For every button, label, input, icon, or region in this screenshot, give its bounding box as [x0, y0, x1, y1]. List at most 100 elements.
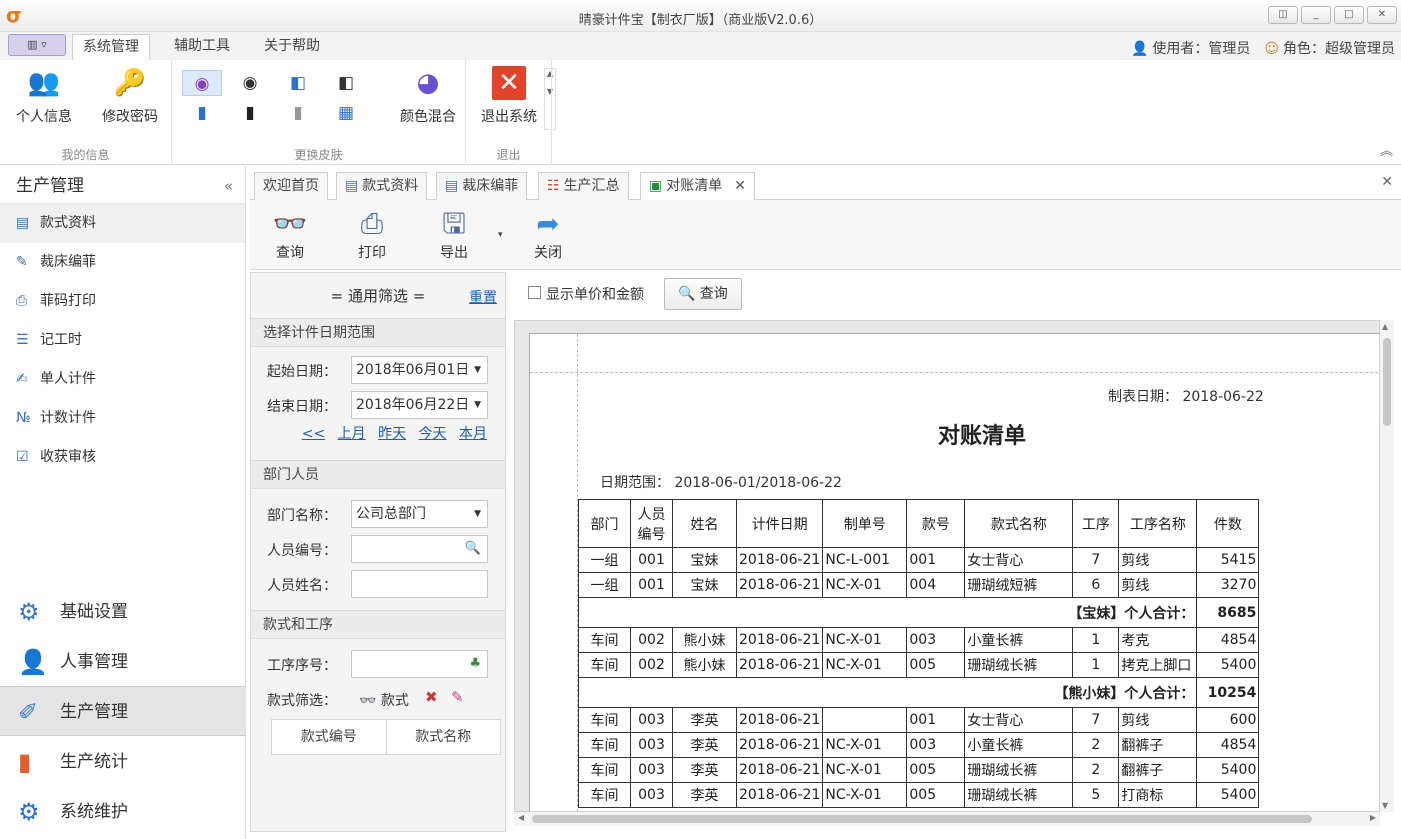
nav-item-count-piece[interactable]: № 计数计件	[0, 399, 245, 438]
this-month-link[interactable]: 本月	[459, 426, 487, 442]
yesterday-link[interactable]: 昨天	[378, 426, 406, 442]
exit-system-button[interactable]: ✕ 退出系统	[471, 66, 547, 126]
close-button-toolbar[interactable]: ➦ 关闭	[518, 206, 578, 262]
table-cell: 005	[906, 757, 966, 783]
skin-office-black-icon[interactable]: ▮	[230, 100, 270, 126]
restore-icon[interactable]: ◫	[1268, 6, 1298, 24]
show-price-checkbox[interactable]	[528, 286, 541, 299]
doctab-cutting[interactable]: ▤ 裁床编菲	[436, 172, 528, 200]
table-header-cell: 工序	[1072, 499, 1120, 548]
scroll-up-icon[interactable]: ▲	[1382, 322, 1388, 331]
start-date-picker[interactable]: 2018年06月01日 ▼	[351, 356, 488, 384]
vertical-scrollbar[interactable]: ▲ ▼	[1380, 320, 1394, 812]
nav-item-style[interactable]: ▤ 款式资料	[0, 204, 245, 243]
date-section: 选择计件日期范围 起始日期： 2018年06月01日 ▼ 结束日期： 2018年0…	[251, 319, 505, 461]
table-cell: 7	[1072, 547, 1120, 573]
dept-select[interactable]: 公司总部门 ▼	[351, 500, 488, 528]
table-cell: 001	[630, 572, 673, 598]
reset-link[interactable]: 重置	[469, 275, 497, 321]
report-query-button[interactable]: 🔍 查询	[664, 278, 742, 310]
proc-no-input[interactable]: ♣	[351, 650, 488, 678]
table-row: 车间 002 熊小妹 2018-06-21 NC-X-01 003 小童长裤 1 考克 4854	[578, 627, 1260, 653]
nav-group-hr[interactable]: 👤 人事管理	[0, 636, 246, 686]
nav-item-single-piece[interactable]: ✍ 单人计件	[0, 360, 245, 399]
table-row: 一组 001 宝妹 2018-06-21 NC-X-01 004 珊瑚绒短裤 6 剪线 3270	[578, 572, 1260, 598]
table-cell: 车间	[578, 652, 631, 678]
table-header-cell: 件数	[1196, 499, 1260, 548]
left-nav: 生产管理 « ▤ 款式资料 ✎ 裁床编菲 ⎙ 菲码打印 ☰ 记工时 ✍ 单人计件 № 计数计…	[0, 166, 246, 839]
doctab-statement[interactable]: ▣ 对账清单 ✕	[640, 172, 755, 201]
scroll-down-icon[interactable]: ▼	[1382, 801, 1388, 810]
prev-link[interactable]: <<	[302, 426, 325, 442]
nav-item-worktime[interactable]: ☰ 记工时	[0, 321, 245, 360]
profile-button[interactable]: 👥 个人信息	[6, 66, 82, 126]
table-cell: 女士背心	[964, 547, 1074, 573]
table-cell: 2018-06-21	[735, 732, 824, 758]
statement-table: 部门 人员编号 姓名 计件日期 制单号 款号 款式名称 工序 工序名称 件数 一组 001 宝妹 201…	[577, 499, 1260, 808]
export-button[interactable]: 🖫 导出	[424, 206, 484, 262]
collapse-icon[interactable]: «	[224, 166, 233, 206]
ribbon-collapse-icon[interactable]: ︽	[1380, 140, 1393, 159]
print-button[interactable]: ⎙ 打印	[342, 206, 402, 262]
dropdown-arrow-icon: ▼	[474, 400, 481, 410]
nav-item-cutting[interactable]: ✎ 裁床编菲	[0, 243, 245, 282]
clear-filter-icon[interactable]: ✖	[425, 688, 438, 706]
table-cell: 1	[1072, 652, 1120, 678]
nav-item-print[interactable]: ⎙ 菲码打印	[0, 282, 245, 321]
doctab-style[interactable]: ▤ 款式资料	[336, 172, 428, 200]
doctab-summary[interactable]: ☷ 生产汇总	[538, 172, 629, 200]
nav-group-maintenance[interactable]: ⚙ 系统维护	[0, 786, 246, 836]
skin-purple-icon[interactable]: ◉	[182, 70, 222, 96]
query-button[interactable]: 👓 查询	[260, 206, 320, 262]
doctab-welcome[interactable]: 欢迎首页	[254, 172, 328, 200]
nav-item-audit[interactable]: ☑ 收获审核	[0, 438, 245, 477]
ribbon-group-exit: ✕ 退出系统 退出	[466, 60, 552, 165]
color-mix-button[interactable]: ◕ 颜色混合	[390, 66, 466, 126]
window-title: 晴豪计件宝【制衣厂版】（商业版V2.0.6）	[578, 13, 823, 28]
skin-metro-icon[interactable]: ▦	[326, 100, 366, 126]
close-tab-icon[interactable]: ✕	[734, 178, 746, 194]
skin-office-blue-icon[interactable]: ◧	[278, 70, 318, 96]
group-label-skin: 更换皮肤	[294, 148, 343, 162]
skin-office-icon[interactable]: ▮	[182, 100, 222, 126]
minimize-button[interactable]: _	[1301, 6, 1331, 24]
scroll-right-icon[interactable]: ▶	[1370, 813, 1376, 822]
nav-group-basic[interactable]: ⚙ 基础设置	[0, 586, 246, 636]
close-all-icon[interactable]: ✕	[1381, 174, 1393, 190]
bar-chart-icon: ▮	[18, 748, 32, 776]
edit-filter-icon[interactable]: ✎	[451, 688, 464, 706]
nav-group-production[interactable]: ✐ 生产管理	[0, 686, 246, 736]
style-filter-button[interactable]: 👓 款式	[359, 690, 409, 710]
nav-group-stats[interactable]: ▮ 生产统计	[0, 736, 246, 786]
show-price-label: 显示单价和金额	[546, 287, 644, 303]
skin-office-dark-icon[interactable]: ◧	[326, 70, 366, 96]
scroll-left-icon[interactable]: ◀	[518, 813, 524, 822]
dept-section: 部门人员 部门名称： 公司总部门 ▼ 人员编号： 🔍 人员姓名：	[251, 461, 505, 611]
change-password-button[interactable]: 🔑 修改密码	[92, 66, 168, 126]
search-icon[interactable]: 🔍	[465, 536, 481, 562]
close-button[interactable]: ✕	[1367, 6, 1397, 24]
skin-dark-icon[interactable]: ◉	[230, 70, 270, 96]
col-style-no[interactable]: 款式编号	[272, 720, 387, 754]
last-month-link[interactable]: 上月	[338, 426, 366, 442]
edit-icon: ✍	[16, 371, 28, 387]
user-info: 👤 使用者：管理员 ☺ 角色：超级管理员	[1131, 38, 1395, 58]
tree-icon[interactable]: ♣	[469, 651, 481, 677]
horizontal-scrollbar[interactable]: ◀ ▶	[514, 812, 1380, 826]
table-header-cell: 款号	[906, 499, 966, 548]
tab-help[interactable]: 关于帮助	[254, 34, 330, 60]
emp-no-input[interactable]: 🔍	[351, 535, 488, 563]
export-dropdown-icon[interactable]: ▾	[498, 230, 503, 240]
tab-tools[interactable]: 辅助工具	[164, 34, 240, 60]
today-link[interactable]: 今天	[419, 426, 447, 442]
skin-office-gray-icon[interactable]: ▮	[278, 100, 318, 126]
end-date-picker[interactable]: 2018年06月22日 ▼	[351, 391, 488, 419]
table-cell: NC-X-01	[822, 627, 908, 653]
col-style-name[interactable]: 款式名称	[387, 720, 501, 754]
table-cell: 剪线	[1118, 707, 1198, 733]
quick-access-button[interactable]: ▥ ▿	[8, 34, 66, 56]
maximize-button[interactable]: □	[1334, 6, 1364, 24]
tab-system-manage[interactable]: 系统管理	[72, 34, 150, 60]
table-cell: 003	[630, 782, 673, 808]
emp-name-input[interactable]	[351, 570, 488, 598]
